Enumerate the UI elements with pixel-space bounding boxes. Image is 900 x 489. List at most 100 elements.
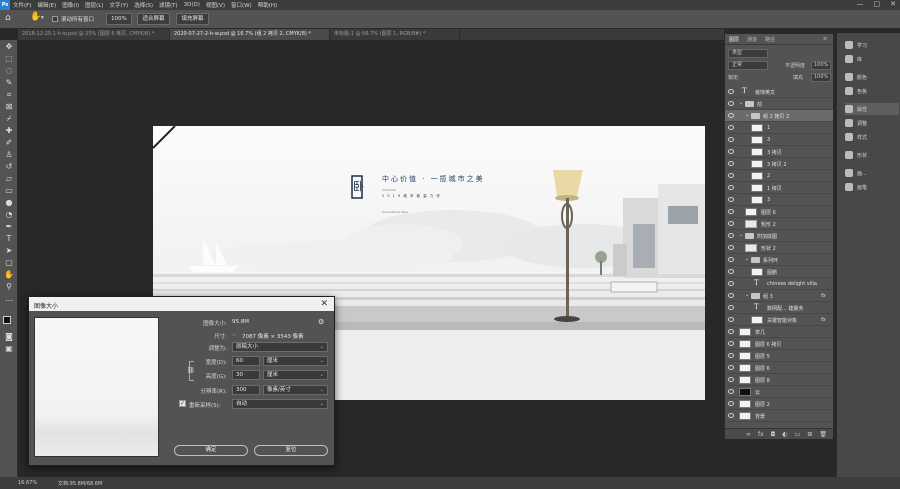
mask-icon[interactable]: ◘: [771, 429, 776, 439]
quick-select-tool-icon[interactable]: ✎: [4, 78, 14, 88]
eye-icon[interactable]: [728, 365, 734, 370]
eye-icon[interactable]: [728, 197, 734, 202]
layer-row[interactable]: 图层 6: [725, 206, 833, 218]
resample-select[interactable]: 自动 ⌄: [232, 399, 328, 409]
layer-row[interactable]: 3 拷贝 2: [725, 158, 833, 170]
marquee-tool-icon[interactable]: ⬚: [4, 54, 14, 64]
eye-icon[interactable]: [728, 185, 734, 190]
menu-select[interactable]: 选择(S): [131, 1, 156, 9]
minimize-button[interactable]: —: [857, 0, 864, 8]
path-select-tool-icon[interactable]: ➤: [4, 246, 14, 256]
status-zoom[interactable]: 16.67%: [18, 480, 37, 486]
layer-row[interactable]: 形状 2: [725, 242, 833, 254]
panel-libraries[interactable]: 库: [845, 53, 899, 65]
tab-paths[interactable]: 路径: [765, 36, 775, 43]
panel-brushes[interactable]: 画笔: [845, 181, 899, 193]
eye-icon[interactable]: [728, 221, 734, 226]
close-window-button[interactable]: ✕: [890, 0, 896, 8]
eye-icon[interactable]: [728, 149, 734, 154]
eye-icon[interactable]: [728, 113, 734, 118]
close-icon[interactable]: ✕: [320, 299, 328, 309]
layer-row[interactable]: 图层 2: [725, 398, 833, 410]
ok-button[interactable]: 确定: [174, 445, 248, 456]
layer-row[interactable]: 云: [725, 386, 833, 398]
eye-icon[interactable]: [728, 341, 734, 346]
eye-icon[interactable]: [728, 353, 734, 358]
layer-row[interactable]: 背景: [725, 410, 833, 422]
eye-icon[interactable]: [728, 245, 734, 250]
chevron-down-icon[interactable]: ⌄: [739, 232, 743, 238]
zoom-tool-icon[interactable]: ⚲: [4, 282, 14, 292]
menu-window[interactable]: 窗口(W): [228, 1, 255, 9]
layer-row[interactable]: 1: [725, 122, 833, 134]
healing-brush-tool-icon[interactable]: ✚: [4, 126, 14, 136]
layer-filter-select[interactable]: 类型: [728, 49, 768, 58]
layer-row[interactable]: ⌄ 系列环: [725, 254, 833, 266]
eye-icon[interactable]: [728, 269, 734, 274]
tab-layers[interactable]: 图层: [729, 36, 739, 43]
menu-image[interactable]: 图像(I): [59, 1, 82, 9]
eyedropper-tool-icon[interactable]: ⌿: [4, 114, 14, 124]
reset-button[interactable]: 复位: [254, 445, 328, 456]
menu-view[interactable]: 视图(V): [203, 1, 228, 9]
dialog-titlebar[interactable]: 图像大小 ✕: [29, 297, 334, 311]
move-tool-icon[interactable]: ✥: [4, 42, 14, 52]
quick-mask-icon[interactable]: ◙: [4, 332, 14, 342]
screen-mode-icon[interactable]: ▣: [4, 344, 14, 354]
layer-row[interactable]: ⌄ 组 3 fx: [725, 290, 833, 302]
trash-icon[interactable]: 🗑: [819, 429, 827, 439]
menu-help[interactable]: 帮助(H): [255, 1, 280, 9]
panel-swatches[interactable]: 色板: [845, 85, 899, 97]
panel-color[interactable]: 颜色: [845, 71, 899, 83]
layer-row[interactable]: 图层 8: [725, 374, 833, 386]
tab-document-1[interactable]: 2018-12-25-1-h-w.psd @ 25% (图层 6 拷贝, CMY…: [18, 29, 170, 40]
layer-row[interactable]: Tchinese delight villa: [725, 278, 833, 290]
scroll-all-windows-checkbox[interactable]: [52, 16, 58, 22]
panel-learn[interactable]: 学习: [845, 39, 899, 51]
gear-icon[interactable]: ⚙: [318, 318, 324, 326]
width-unit-select[interactable]: 厘米 ⌄: [263, 356, 328, 366]
height-unit-select[interactable]: 厘米 ⌄: [263, 370, 328, 380]
pen-tool-icon[interactable]: ✒: [4, 222, 14, 232]
chevron-down-icon[interactable]: ⌄: [739, 100, 743, 106]
eye-icon[interactable]: [728, 137, 734, 142]
chevron-down-icon[interactable]: ⌄: [745, 256, 749, 262]
resample-checkbox[interactable]: ✓: [179, 400, 186, 407]
lasso-tool-icon[interactable]: ◌: [4, 66, 14, 76]
eye-icon[interactable]: [728, 257, 734, 262]
image-preview[interactable]: [34, 317, 159, 457]
layer-row[interactable]: 矩形 2: [725, 218, 833, 230]
crop-tool-icon[interactable]: ⌗: [4, 90, 14, 100]
eye-icon[interactable]: [728, 89, 734, 94]
eye-icon[interactable]: [728, 413, 734, 418]
layer-row[interactable]: 1 拷贝: [725, 182, 833, 194]
resolution-input[interactable]: 300: [232, 385, 260, 395]
adjustment-icon[interactable]: ◐: [782, 429, 787, 439]
eraser-tool-icon[interactable]: ▱: [4, 174, 14, 184]
width-input[interactable]: 60: [232, 356, 260, 366]
chevron-down-icon[interactable]: ⌄: [745, 112, 749, 118]
eye-icon[interactable]: [728, 173, 734, 178]
layer-row[interactable]: T 装饰英文: [725, 86, 833, 98]
layer-row[interactable]: 图层 5: [725, 350, 833, 362]
layer-row[interactable]: 图层 6 拷贝: [725, 338, 833, 350]
layer-row[interactable]: T 数网配... 建服务: [725, 302, 833, 314]
eye-icon[interactable]: [728, 281, 734, 286]
blur-tool-icon[interactable]: ●: [4, 198, 14, 208]
maximize-button[interactable]: □: [874, 0, 881, 8]
opacity-input[interactable]: 100%: [811, 61, 831, 70]
layer-row[interactable]: 图层 6: [725, 362, 833, 374]
brush-tool-icon[interactable]: ✐: [4, 138, 14, 148]
eye-icon[interactable]: [728, 209, 734, 214]
layer-row[interactable]: ⌄ 附加底图: [725, 230, 833, 242]
eye-icon[interactable]: [728, 377, 734, 382]
fx-badge[interactable]: fx: [821, 317, 826, 323]
menu-3d[interactable]: 3D(D): [181, 2, 203, 8]
panel-menu-icon[interactable]: ≡: [823, 36, 827, 42]
fill-screen-button[interactable]: 填充屏幕: [176, 13, 209, 25]
menu-filter[interactable]: 滤镜(T): [156, 1, 181, 9]
fx-badge[interactable]: fx: [821, 293, 826, 299]
menu-type[interactable]: 文字(Y): [107, 1, 132, 9]
hand-tool-icon[interactable]: ✋: [4, 270, 14, 280]
history-brush-tool-icon[interactable]: ↺: [4, 162, 14, 172]
